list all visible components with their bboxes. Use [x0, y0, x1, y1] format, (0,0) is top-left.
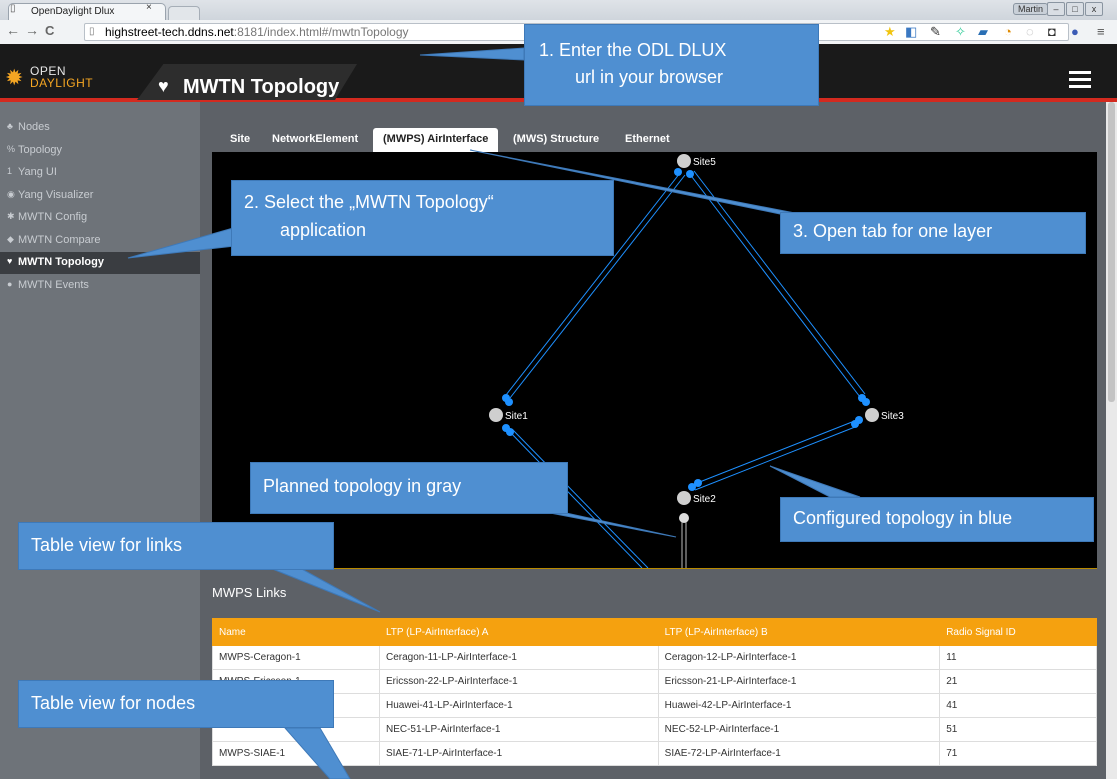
callout-enter-url-line1: 1. Enter the ODL DLUX — [539, 40, 727, 60]
callout-enter-url: 1. Enter the ODL DLUX url in your browse… — [524, 24, 819, 106]
callout-select-app-line1: 2. Select the „MWTN Topology“ — [244, 192, 494, 212]
pointer-url — [419, 47, 525, 61]
callout-select-app: 2. Select the „MWTN Topology“ applicatio… — [231, 180, 614, 256]
callout-select-app-line2: application — [280, 220, 367, 240]
callout-planned-topology: Planned topology in gray — [250, 462, 568, 514]
callout-open-tab: 3. Open tab for one layer — [780, 212, 1086, 254]
pointer-links — [269, 567, 381, 613]
callout-enter-url-line2: url in your browser — [575, 67, 724, 87]
callout-pointers — [127, 47, 861, 779]
callout-nodes-table: Table view for nodes — [18, 680, 334, 728]
pointer-configured — [769, 465, 861, 498]
pointer-nodes — [283, 727, 351, 779]
callout-configured-topology: Configured topology in blue — [780, 497, 1094, 542]
callout-links-table: Table view for links — [18, 522, 334, 570]
